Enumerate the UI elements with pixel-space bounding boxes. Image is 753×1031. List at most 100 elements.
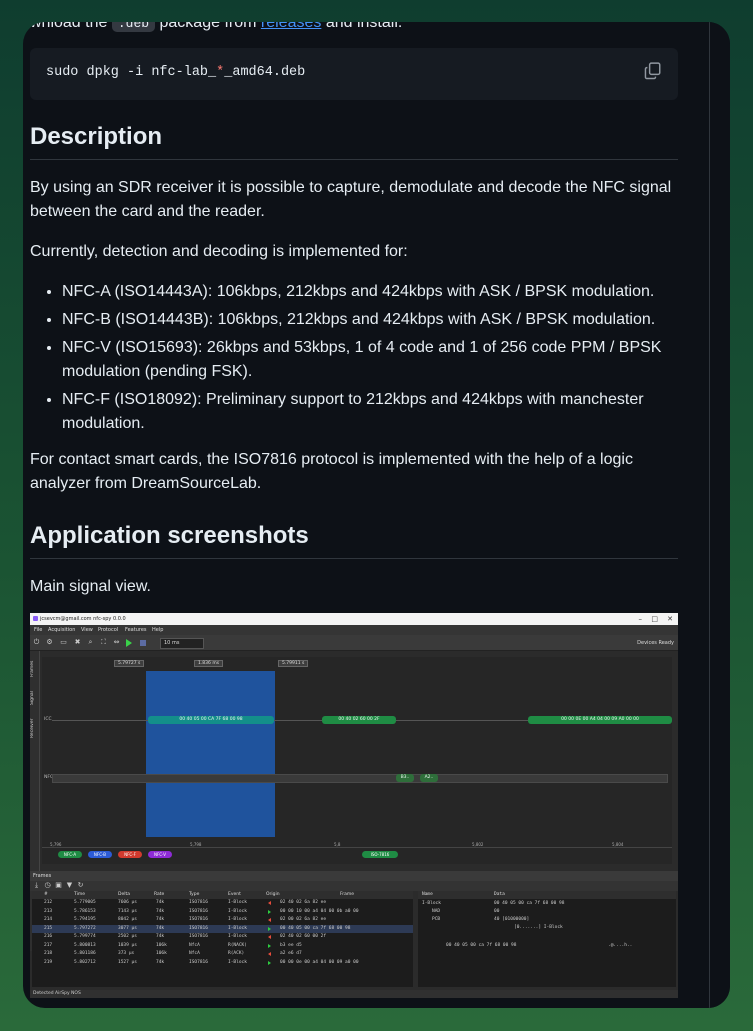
app-logo-icon	[33, 616, 38, 621]
releases-link[interactable]: releases	[261, 22, 321, 31]
lock-icon[interactable]: ▣	[55, 882, 62, 889]
stop-icon[interactable]	[140, 640, 146, 646]
table-cell: 00 00 10 00 a4 04 00 0b a0 00	[280, 908, 359, 914]
install-code-block: sudo dpkg -i nfc-lab_*_amd64.deb	[30, 48, 678, 100]
protocol-badge-iso7816[interactable]: ISO-7816	[362, 851, 398, 858]
column-header[interactable]: Origin	[266, 891, 280, 899]
detail-header	[418, 891, 676, 899]
column-header[interactable]: Type	[189, 891, 200, 899]
close-icon[interactable]: ✕	[667, 615, 673, 623]
detail-node[interactable]: NAD	[432, 909, 440, 914]
play-icon[interactable]	[126, 639, 132, 647]
tx-arrow-icon	[268, 935, 271, 939]
time-selection[interactable]	[146, 671, 275, 837]
table-row[interactable]: 215 5.797272 3077 µs 74k ISO7816 I-Block 00 40…	[32, 924, 413, 933]
detail-node[interactable]: PCB	[432, 917, 440, 922]
follow-icon[interactable]: ◷	[44, 882, 51, 889]
table-cell: 5.797272	[74, 925, 96, 931]
table-cell: I-Block	[228, 934, 247, 939]
list-item: NFC-V (ISO15693): 26kbps and 53kbps, 1 o…	[62, 336, 678, 384]
table-cell: 74k	[156, 900, 165, 905]
device-icon[interactable]: ⚙	[46, 639, 53, 646]
nfc-frame[interactable]: A2..	[420, 774, 438, 782]
table-row[interactable]: 213 5.786153 7143 µs 74k ISO7816 I-Block 00 00…	[32, 908, 413, 916]
page-scrollbar[interactable]	[709, 22, 730, 1008]
zoom-icon[interactable]: ⌕	[87, 639, 94, 646]
icc-frame[interactable]: 00 40 02 60 00 2F	[322, 716, 396, 724]
table-cell: 106k	[156, 951, 167, 956]
protocol-badge-nfcv[interactable]: NFC-V	[148, 851, 172, 858]
table-row[interactable]: 218 5.801186 373 µs 106k NfcA R(ACK) a2 e6 d7	[32, 950, 413, 958]
icc-frame[interactable]: 00 40 05 00 CA 7F 68 00 98	[148, 716, 274, 724]
detail-node[interactable]: I-Block	[422, 901, 441, 906]
table-cell: 106k	[156, 942, 167, 948]
protocol-badge-nfca[interactable]: NFC-A	[58, 851, 82, 858]
download-icon[interactable]: ⤓	[33, 882, 40, 889]
column-header[interactable]: Name	[422, 891, 433, 899]
save-icon[interactable]: ▭	[60, 639, 67, 646]
column-header[interactable]: Rate	[154, 891, 165, 899]
menu-file[interactable]: File	[34, 627, 42, 633]
app-statusbar: Detected AirSpy NOS	[30, 990, 678, 998]
protocol-badge-nfcb[interactable]: NFC-B	[88, 851, 112, 858]
table-cell: 1527 µs	[118, 959, 137, 965]
table-row[interactable]: 217 5.800813 1039 µs 106k NfcA R(NACK) b3 ee d…	[32, 942, 413, 950]
smartcard-paragraph: For contact smart cards, the ISO7816 pro…	[30, 451, 633, 492]
menu-help[interactable]: Help	[152, 627, 163, 633]
menu-features[interactable]: Features	[125, 627, 147, 633]
signal-view[interactable]: 5.79727 s 1.836 ms 5.79911 s ICC 00 40 0…	[42, 657, 672, 847]
fit-icon[interactable]: ⛶	[100, 639, 107, 646]
tab-frames[interactable]: Frames	[30, 657, 39, 681]
protocol-list: NFC-A (ISO14443A): 106kbps, 212kbps and …	[30, 280, 678, 436]
minimize-icon[interactable]: –	[639, 615, 643, 623]
table-cell: I-Block	[228, 959, 247, 965]
icc-frame[interactable]: 00 00 0E 00 A4 04 00 09 A0 00 00	[528, 716, 672, 724]
column-header[interactable]: Frame	[340, 891, 355, 899]
table-cell: 74k	[156, 908, 165, 914]
nfc-signal-band	[52, 774, 668, 783]
table-row[interactable]: 216 5.799774 2502 µs 74k ISO7816 I-Block 02 40…	[32, 933, 413, 941]
tab-receiver[interactable]: Receiver	[30, 715, 39, 741]
table-cell: a2 e6 d7	[280, 951, 302, 956]
column-header[interactable]: Data	[494, 891, 505, 899]
copy-icon[interactable]	[644, 62, 662, 80]
table-row[interactable]: 214 5.794195 8042 µs 74k ISO7816 I-Block 02 00…	[32, 916, 413, 924]
maximize-icon[interactable]: □	[651, 615, 658, 623]
table-cell: 00 40 05 00 ca 7f 68 00 98	[280, 925, 351, 931]
table-row[interactable]: 219 5.802712 1527 µs 74k ISO7816 I-Block 00 00…	[32, 959, 413, 967]
menu-acquisition[interactable]: Acquisition	[48, 627, 75, 633]
nfc-frame[interactable]: B3..	[396, 774, 414, 782]
frame-detail-panel: Name Data I-Block 00 40 05 00 ca 7f 68 0…	[418, 891, 676, 987]
table-cell: ISO7816	[189, 900, 208, 905]
table-cell: ISO7816	[189, 959, 208, 965]
protocol-badge-nfcf[interactable]: NFC-F	[118, 851, 142, 858]
table-cell: NfcA	[189, 942, 200, 948]
menu-view[interactable]: View	[81, 627, 93, 633]
tx-arrow-icon	[268, 901, 271, 905]
receiver-icon[interactable]: ⏻	[33, 639, 40, 646]
filter-icon[interactable]: ▼	[66, 882, 73, 889]
column-header[interactable]: #	[44, 891, 48, 899]
table-row[interactable]: 212 5.779005 7606 µs 74k ISO7816 I-Block 02 40…	[32, 899, 413, 907]
trash-icon[interactable]: ✖	[74, 639, 81, 646]
table-cell: 5.802712	[74, 959, 96, 965]
column-header[interactable]: Delta	[118, 891, 131, 899]
frames-table: # Time Delta Rate Type Event Origin Fram…	[32, 891, 413, 987]
app-title: jcsevcm@gmail.com nfc-spy 0.0.0	[40, 616, 126, 622]
menu-protocol[interactable]: Protocol	[98, 627, 118, 633]
tab-signal[interactable]: Signal	[30, 687, 39, 709]
table-cell: I-Block	[228, 917, 247, 922]
refresh-icon[interactable]: ↻	[77, 882, 84, 889]
column-header[interactable]: Event	[228, 891, 241, 899]
zoom-combo[interactable]: 10 ms	[160, 638, 204, 649]
table-cell: 373 µs	[118, 951, 135, 956]
device-status: Devices Ready	[637, 640, 674, 646]
rx-arrow-icon	[268, 943, 271, 948]
rx-arrow-icon	[268, 926, 271, 931]
column-header[interactable]: Time	[74, 891, 86, 899]
tx-arrow-icon	[268, 918, 271, 922]
table-cell: NfcA	[189, 951, 200, 956]
selection-start-label: 5.79727 s	[114, 660, 145, 667]
select-icon[interactable]: ⇔	[113, 639, 120, 646]
tx-arrow-icon	[268, 952, 271, 956]
